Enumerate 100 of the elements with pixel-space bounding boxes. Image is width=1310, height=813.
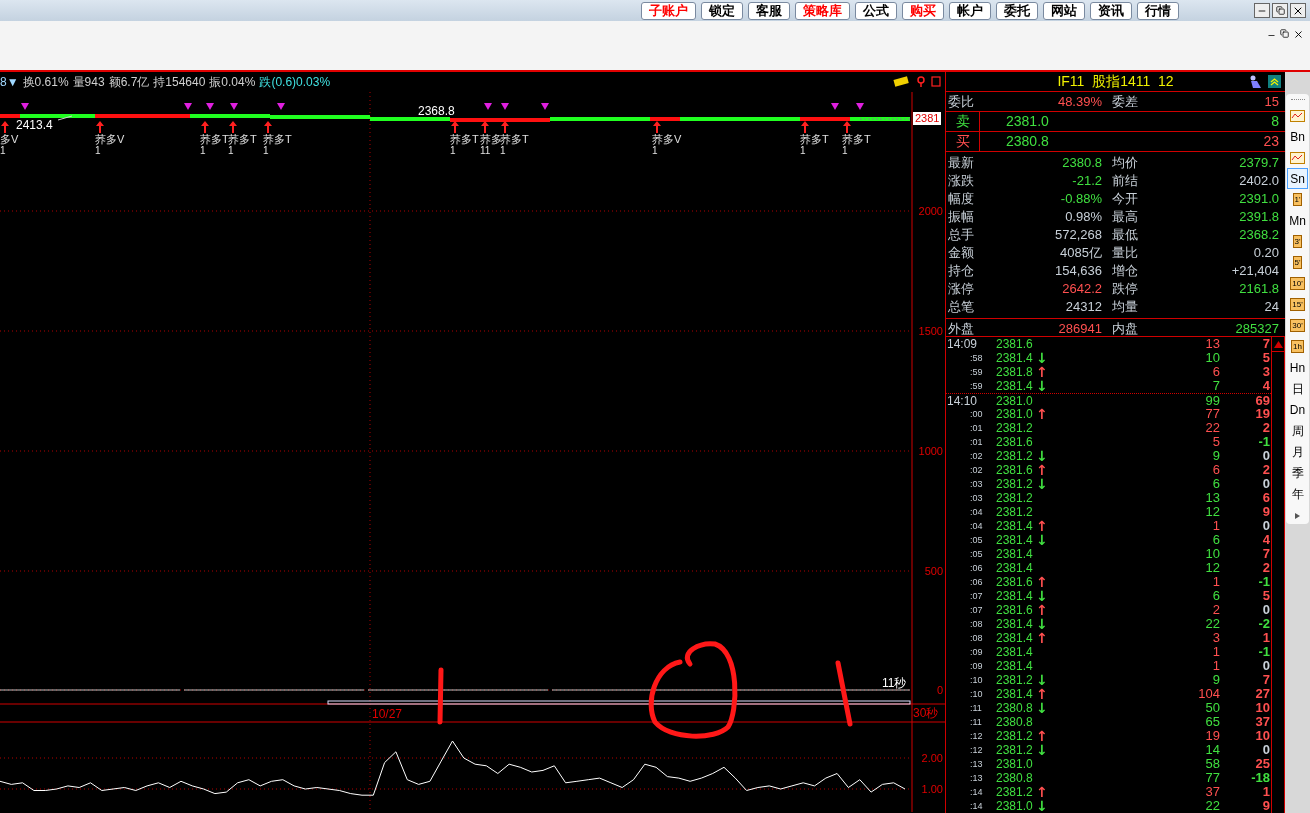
quote-summary-text: 换0.61% <box>22 74 69 91</box>
period-button[interactable]: Hn <box>1287 357 1308 378</box>
toolbar-button[interactable]: 购买 <box>902 1 944 20</box>
trend-arrow: ↓ <box>1036 379 1048 393</box>
toolbar-button[interactable]: 行情 <box>1137 1 1179 20</box>
sell-marker-icon <box>501 103 509 110</box>
tick-volume: 14 <box>1204 743 1220 757</box>
period-button[interactable]: 30' <box>1287 315 1308 336</box>
tick-change: 10 <box>1254 701 1271 715</box>
buy-arrow-icon <box>843 121 851 133</box>
period-label: 30秒 <box>913 707 939 720</box>
tick-volume: 6 <box>1211 365 1220 379</box>
field-label: 前结 <box>1111 172 1139 191</box>
period-button[interactable]: 周 <box>1287 420 1308 441</box>
chart-scrollbar[interactable] <box>327 700 911 705</box>
tick-time: :07 <box>969 604 984 617</box>
tick-time: :04 <box>969 520 984 533</box>
signal-count: 1 <box>500 145 506 156</box>
tick-change: -1 <box>1257 435 1271 449</box>
period-button[interactable]: 季 <box>1287 462 1308 483</box>
period-button[interactable]: 15' <box>1287 294 1308 315</box>
chevron-up-icon[interactable] <box>1268 75 1281 88</box>
period-button[interactable]: 月 <box>1287 441 1308 462</box>
period-button[interactable]: 年 <box>1287 483 1308 504</box>
field-value: 2379.7 <box>1238 154 1279 173</box>
tick-price: 2381.6 <box>996 337 1034 351</box>
signal-count: 1 <box>652 145 658 156</box>
field-value: 2402.0 <box>1238 172 1279 191</box>
field-value: 48.39% <box>1056 93 1102 111</box>
tick-price: 2381.2 <box>996 673 1034 687</box>
tick-time: 14:09 <box>946 337 979 351</box>
tick-change: -2 <box>1257 617 1271 631</box>
signal-label: 荞多T <box>842 133 871 145</box>
signal-count: 1 <box>0 145 6 156</box>
field-value: 285327 <box>1234 320 1279 338</box>
period-button[interactable]: 5' <box>1287 252 1308 273</box>
tick-volume: 77 <box>1204 407 1220 421</box>
toolbar-button[interactable]: 客服 <box>748 1 790 20</box>
close-icon[interactable] <box>1293 29 1304 40</box>
interval-label: 11秒 <box>882 677 907 690</box>
tick-price: 2381.4 <box>996 645 1034 659</box>
axis-label: 2000 <box>918 205 943 217</box>
tick-change: 1 <box>1261 785 1271 799</box>
period-button[interactable]: Mn <box>1287 210 1308 231</box>
period-button[interactable]: 10' <box>1287 273 1308 294</box>
tick-time: :08 <box>969 618 984 631</box>
field-value: 15 <box>1263 93 1279 111</box>
annotation-stroke <box>835 660 853 727</box>
field-label: 内盘 <box>1111 320 1139 338</box>
tick-volume: 10 <box>1204 547 1220 561</box>
expand-arrow-icon <box>1293 512 1302 520</box>
tick-volume: 58 <box>1204 757 1220 771</box>
toolbar-button[interactable]: 资讯 <box>1090 1 1132 20</box>
field-value: 4085亿 <box>1059 244 1102 263</box>
toolbar-button[interactable]: 公式 <box>855 1 897 20</box>
quote-summary-text: 8▼ <box>0 74 19 91</box>
trend-arrow: ↓ <box>1036 617 1048 631</box>
trend-arrow: ↓ <box>1036 701 1048 715</box>
toolbar-button[interactable]: 子账户 <box>641 1 696 20</box>
period-button[interactable]: Sn <box>1287 168 1308 189</box>
tick-volume: 13 <box>1204 491 1220 505</box>
sell-marker-icon <box>277 103 285 110</box>
price-label: 2368.8 <box>418 105 455 118</box>
signal-count: 1 <box>842 145 848 156</box>
period-button[interactable]: 3' <box>1287 231 1308 252</box>
tick-time: :06 <box>969 576 984 589</box>
tick-price: 2381.4 <box>996 617 1034 631</box>
tick-volume: 50 <box>1204 701 1220 715</box>
signal-count: 1 <box>450 145 456 156</box>
period-button[interactable]: Bn <box>1287 126 1308 147</box>
tick-price: 2381.2 <box>996 785 1034 799</box>
toolbar-button[interactable]: 委托 <box>996 1 1038 20</box>
toolbar-button[interactable]: 锁定 <box>701 1 743 20</box>
toolbar-button[interactable]: 策略库 <box>795 1 850 20</box>
tick-change: 4 <box>1261 379 1271 393</box>
period-button[interactable]: 1h <box>1287 336 1308 357</box>
tick-time: :14 <box>969 786 984 799</box>
field-label: 幅度 <box>948 190 975 209</box>
close-button[interactable] <box>1290 3 1306 18</box>
period-button[interactable]: 日 <box>1287 378 1308 399</box>
price-label: 2413.4 <box>16 119 53 132</box>
toolbar-button[interactable]: 帐户 <box>949 1 991 20</box>
buy-arrow-icon <box>451 121 459 133</box>
toolbar-button[interactable]: 网站 <box>1043 1 1085 20</box>
order-quantity: 23 <box>1263 132 1279 151</box>
restore-icon[interactable] <box>1280 29 1289 38</box>
tick-change: 0 <box>1261 449 1271 463</box>
chart-icon <box>1290 151 1305 164</box>
buy-arrow-icon <box>1 121 9 133</box>
order-quantity: 8 <box>1271 112 1279 131</box>
period-button[interactable]: 1' <box>1287 189 1308 210</box>
restore-button[interactable] <box>1272 3 1288 18</box>
trend-arrow: ↓ <box>1036 673 1048 687</box>
period-button[interactable]: Dn <box>1287 399 1308 420</box>
quote-summary-text: 振0.04% <box>209 74 256 91</box>
minimize-button[interactable] <box>1254 3 1270 18</box>
field-label: 总手 <box>948 226 975 245</box>
tick-price: 2381.0 <box>996 757 1034 771</box>
trend-arrow: ↓ <box>1036 449 1048 463</box>
tick-price: 2381.4 <box>996 687 1034 701</box>
